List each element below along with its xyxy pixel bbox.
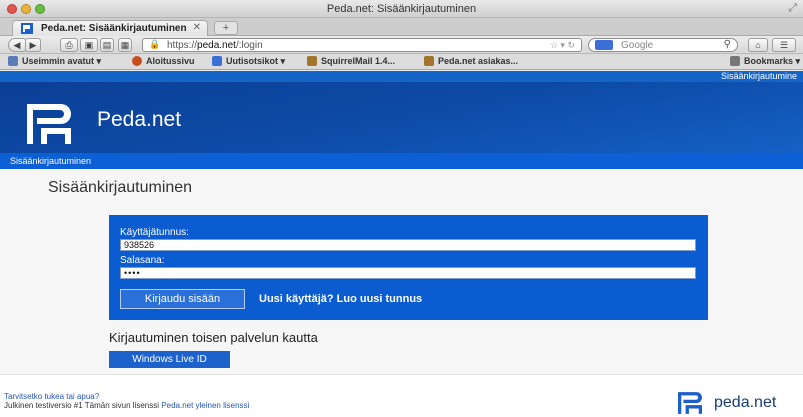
util-login-link[interactable]: Sisäänkirjautumine: [721, 71, 797, 81]
login-button[interactable]: Kirjaudu sisään: [120, 289, 245, 309]
site-brand[interactable]: Peda.net: [97, 108, 181, 132]
username-label: Käyttäjätunnus:: [120, 227, 189, 238]
license-text: Julkinen testiversio #1 Tämän sivun lise…: [4, 401, 250, 410]
print-button[interactable]: ⎙: [60, 38, 78, 52]
page-icon: [307, 56, 317, 66]
tab-bar: Peda.net: Sisäänkirjautuminen ✕ +: [0, 18, 803, 36]
main-content: Sisäänkirjautuminen Käyttäjätunnus: 9385…: [0, 169, 803, 379]
page-icon: [424, 56, 434, 66]
window-titlebar: Peda.net: Sisäänkirjautuminen ⤢: [0, 0, 803, 18]
bookmark-home[interactable]: Aloitussivu: [132, 56, 195, 66]
tab-active[interactable]: Peda.net: Sisäänkirjautuminen ✕: [12, 20, 208, 36]
bookmarks-toolbar: Useimmin avatut ▾ Aloitussivu Uutisotsik…: [0, 54, 803, 70]
new-tab-button[interactable]: +: [214, 21, 238, 35]
sidebar-button[interactable]: ▤: [100, 38, 114, 52]
bookmark-news[interactable]: Uutisotsikot ▾: [212, 56, 285, 67]
url-text: https://peda.net/:login: [167, 40, 263, 51]
peda-favicon-icon: [21, 23, 33, 34]
tab-label: Peda.net: Sisäänkirjautuminen: [41, 23, 187, 34]
window-title: Peda.net: Sisäänkirjautuminen: [326, 3, 477, 15]
address-bar[interactable]: 🔒 https://peda.net/:login ☆ ▾ ↻: [142, 38, 582, 52]
password-label: Salasana:: [120, 255, 165, 266]
bookmark-most-visited[interactable]: Useimmin avatut ▾: [8, 56, 101, 67]
license-link[interactable]: Peda.net yleinen lisenssi: [161, 401, 249, 410]
search-icon[interactable]: ⚲: [724, 39, 731, 50]
search-placeholder: Google: [621, 40, 654, 51]
back-button[interactable]: ◀: [8, 38, 26, 52]
utility-strip: Sisäänkirjautumine: [0, 71, 803, 82]
home-button[interactable]: ⌂: [748, 38, 768, 52]
site-header: Peda.net: [0, 82, 803, 153]
peda-logo-icon[interactable]: [27, 104, 71, 144]
login-form: Käyttäjätunnus: 938526 Salasana: •••• Ki…: [109, 215, 708, 320]
page-title: Sisäänkirjautuminen: [48, 179, 193, 196]
password-field[interactable]: ••••: [120, 267, 696, 279]
firefox-icon: [132, 56, 142, 66]
footer-brand: peda.net: [714, 394, 777, 411]
menu-button[interactable]: ☰: [772, 38, 796, 52]
bookmark-squirrelmail[interactable]: SquirrelMail 1.4...: [307, 56, 395, 66]
fullscreen-icon[interactable]: ⤢: [788, 2, 797, 15]
bookmarks-menu[interactable]: Bookmarks ▾: [730, 56, 800, 67]
bookmark-folder-icon: [8, 56, 18, 66]
lock-icon: 🔒: [149, 39, 161, 49]
username-field[interactable]: 938526: [120, 239, 696, 251]
search-bar[interactable]: Google ⚲: [588, 38, 738, 52]
search-engine-icon[interactable]: [595, 40, 613, 50]
history-button[interactable]: ▦: [118, 38, 132, 52]
close-tab-icon[interactable]: ✕: [193, 22, 201, 33]
bookmarks-icon: [730, 56, 740, 66]
windows-live-button[interactable]: Windows Live ID: [109, 351, 230, 368]
forward-button[interactable]: ▶: [25, 38, 41, 52]
breadcrumb-bar: Sisäänkirjautuminen: [0, 153, 803, 169]
help-link[interactable]: Tarvitsetko tukea tai apua?: [4, 392, 99, 401]
site-footer: Tarvitsetko tukea tai apua? Julkinen tes…: [0, 374, 803, 417]
register-link[interactable]: Uusi käyttäjä? Luo uusi tunnus: [259, 293, 422, 305]
footer-logo-icon: [678, 392, 702, 414]
navigation-toolbar: ◀ ▶ ⎙ ▣ ▤ ▦ 🔒 https://peda.net/:login ☆ …: [0, 36, 803, 54]
bookmark-peda-customer[interactable]: Peda.net asiakas...: [424, 56, 518, 66]
reload-icon[interactable]: ☆ ▾ ↻: [550, 40, 575, 51]
web-page: Sisäänkirjautumine Peda.net Sisäänkirjau…: [0, 71, 803, 417]
rss-icon: [212, 56, 222, 66]
breadcrumb[interactable]: Sisäänkirjautuminen: [10, 156, 91, 166]
screenshot-button[interactable]: ▣: [80, 38, 98, 52]
alt-login-title: Kirjautuminen toisen palvelun kautta: [109, 330, 318, 345]
